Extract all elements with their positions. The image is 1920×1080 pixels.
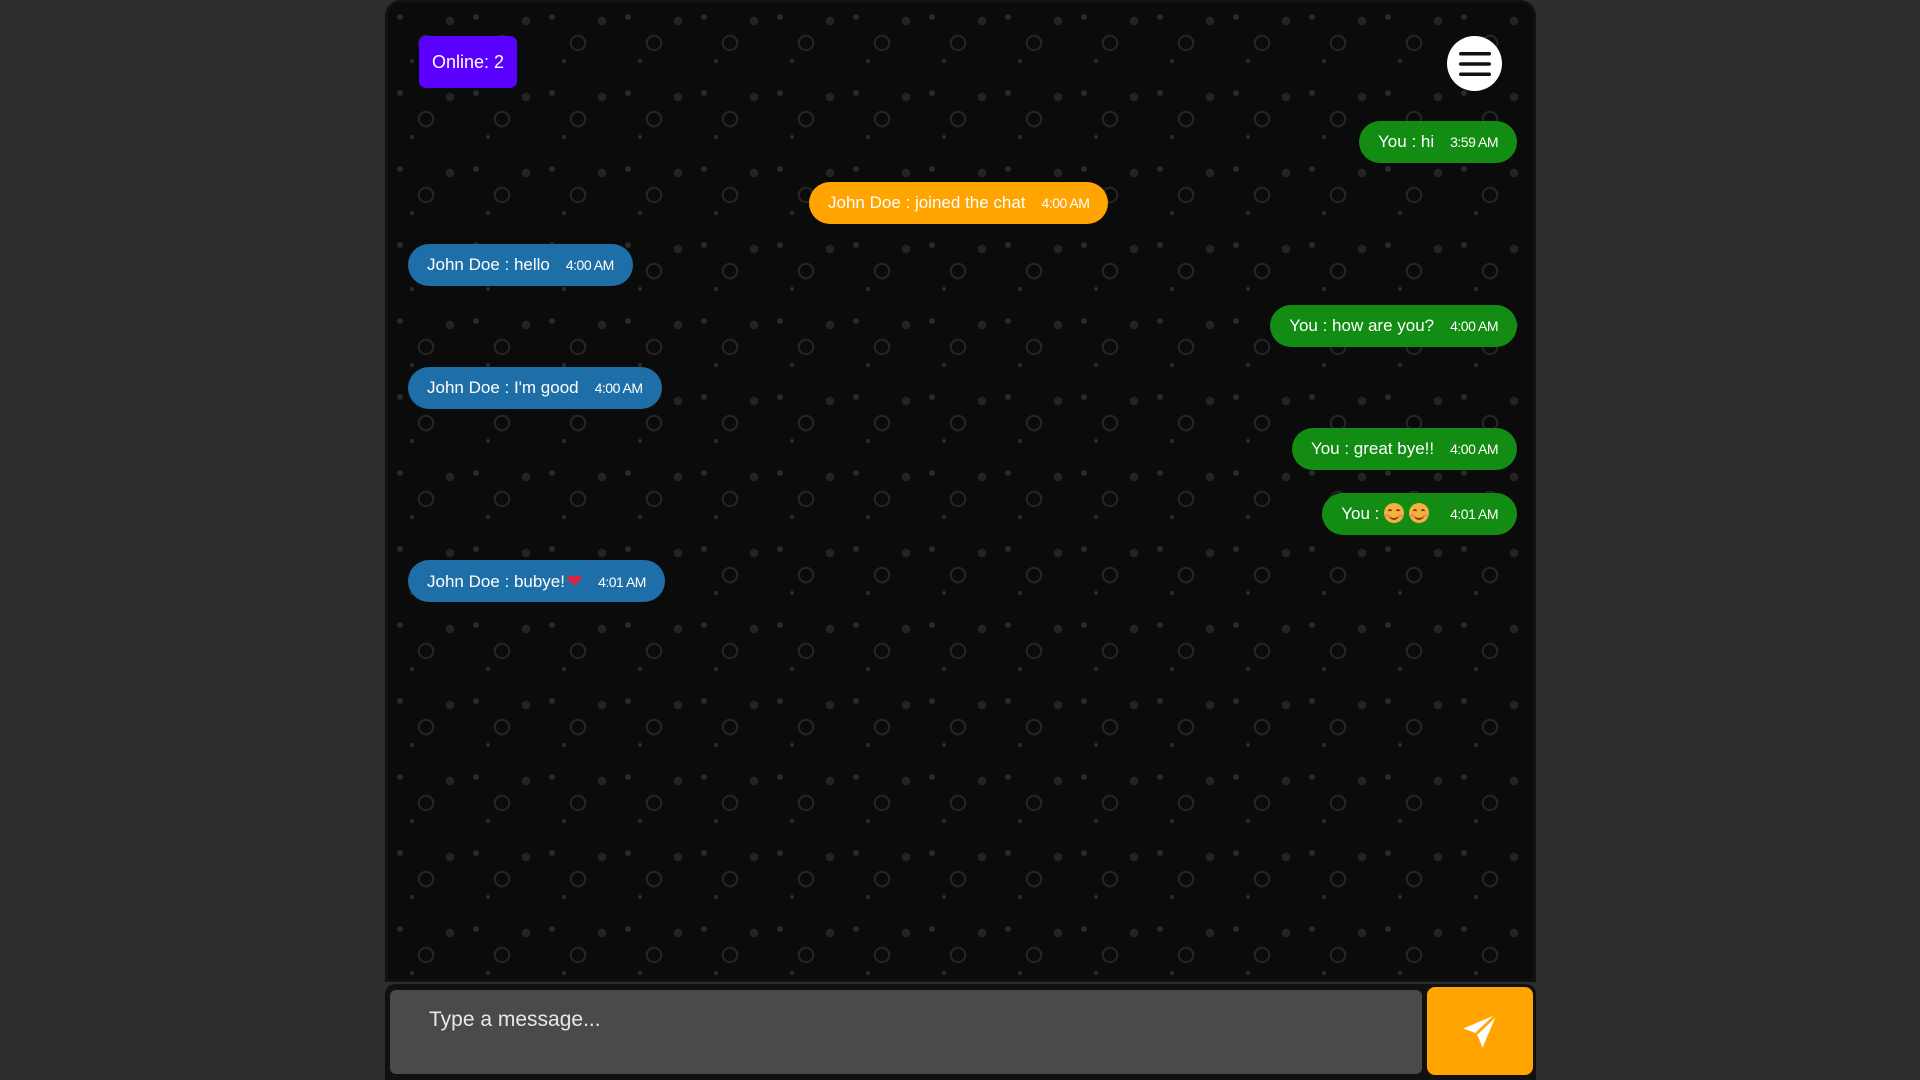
message-text: You : great bye!! (1310, 439, 1435, 458)
message-text: John Doe : joined the chat (828, 193, 1026, 212)
message-bubble-self: You : great bye!! 4:00 AM (1291, 428, 1517, 470)
message-time: 4:01 AM (1450, 506, 1498, 522)
message-time: 3:59 AM (1450, 134, 1498, 150)
message-text: You : how are you? (1289, 316, 1435, 335)
message-bubble-self: You : 4:01 AM (1322, 493, 1517, 535)
message-bubble-self: You : hi 3:59 AM (1359, 121, 1517, 163)
message-text: John Doe : hello (427, 255, 550, 274)
smiling-face-emoji-icon (1409, 503, 1430, 523)
message-bubble-system: John Doe : joined the chat 4:00 AM (809, 182, 1109, 224)
paper-plane-icon (1463, 1013, 1498, 1048)
chat-app: Online: 2 You : hi 3:59 AM John Doe : joi… (385, 0, 1536, 1080)
message-bubble-self: You : how are you? 4:00 AM (1270, 305, 1517, 347)
message-time: 4:00 AM (1450, 441, 1498, 457)
message-bubble-other: John Doe : hello 4:00 AM (408, 244, 633, 286)
message-text: You : hi (1378, 132, 1435, 151)
smiling-face-emoji-icon (1384, 503, 1405, 523)
red-heart-emoji-icon: ❤ (566, 571, 583, 591)
message-text: You : (1341, 504, 1380, 523)
message-bubble-other: John Doe : bubye! ❤ 4:01 AM (408, 560, 665, 602)
message-bubble-other: John Doe : I'm good 4:00 AM (408, 367, 662, 409)
message-time: 4:00 AM (565, 257, 614, 273)
message-text: John Doe : I'm good (427, 378, 579, 397)
message-input[interactable] (390, 990, 1422, 1074)
online-count-badge: Online: 2 (419, 36, 518, 88)
online-count-label: Online: 2 (432, 52, 505, 72)
message-time: 4:01 AM (598, 574, 646, 590)
message-composer (385, 984, 1536, 1080)
hamburger-menu-icon (1458, 51, 1491, 76)
send-button[interactable] (1427, 987, 1533, 1075)
message-time: 4:00 AM (594, 380, 643, 396)
message-time: 4:00 AM (1450, 318, 1498, 334)
message-time: 4:00 AM (1041, 195, 1090, 211)
menu-button[interactable] (1447, 36, 1502, 91)
chat-messages-area[interactable]: Online: 2 You : hi 3:59 AM John Doe : joi… (385, 0, 1536, 982)
message-text: John Doe : bubye! (427, 572, 565, 591)
